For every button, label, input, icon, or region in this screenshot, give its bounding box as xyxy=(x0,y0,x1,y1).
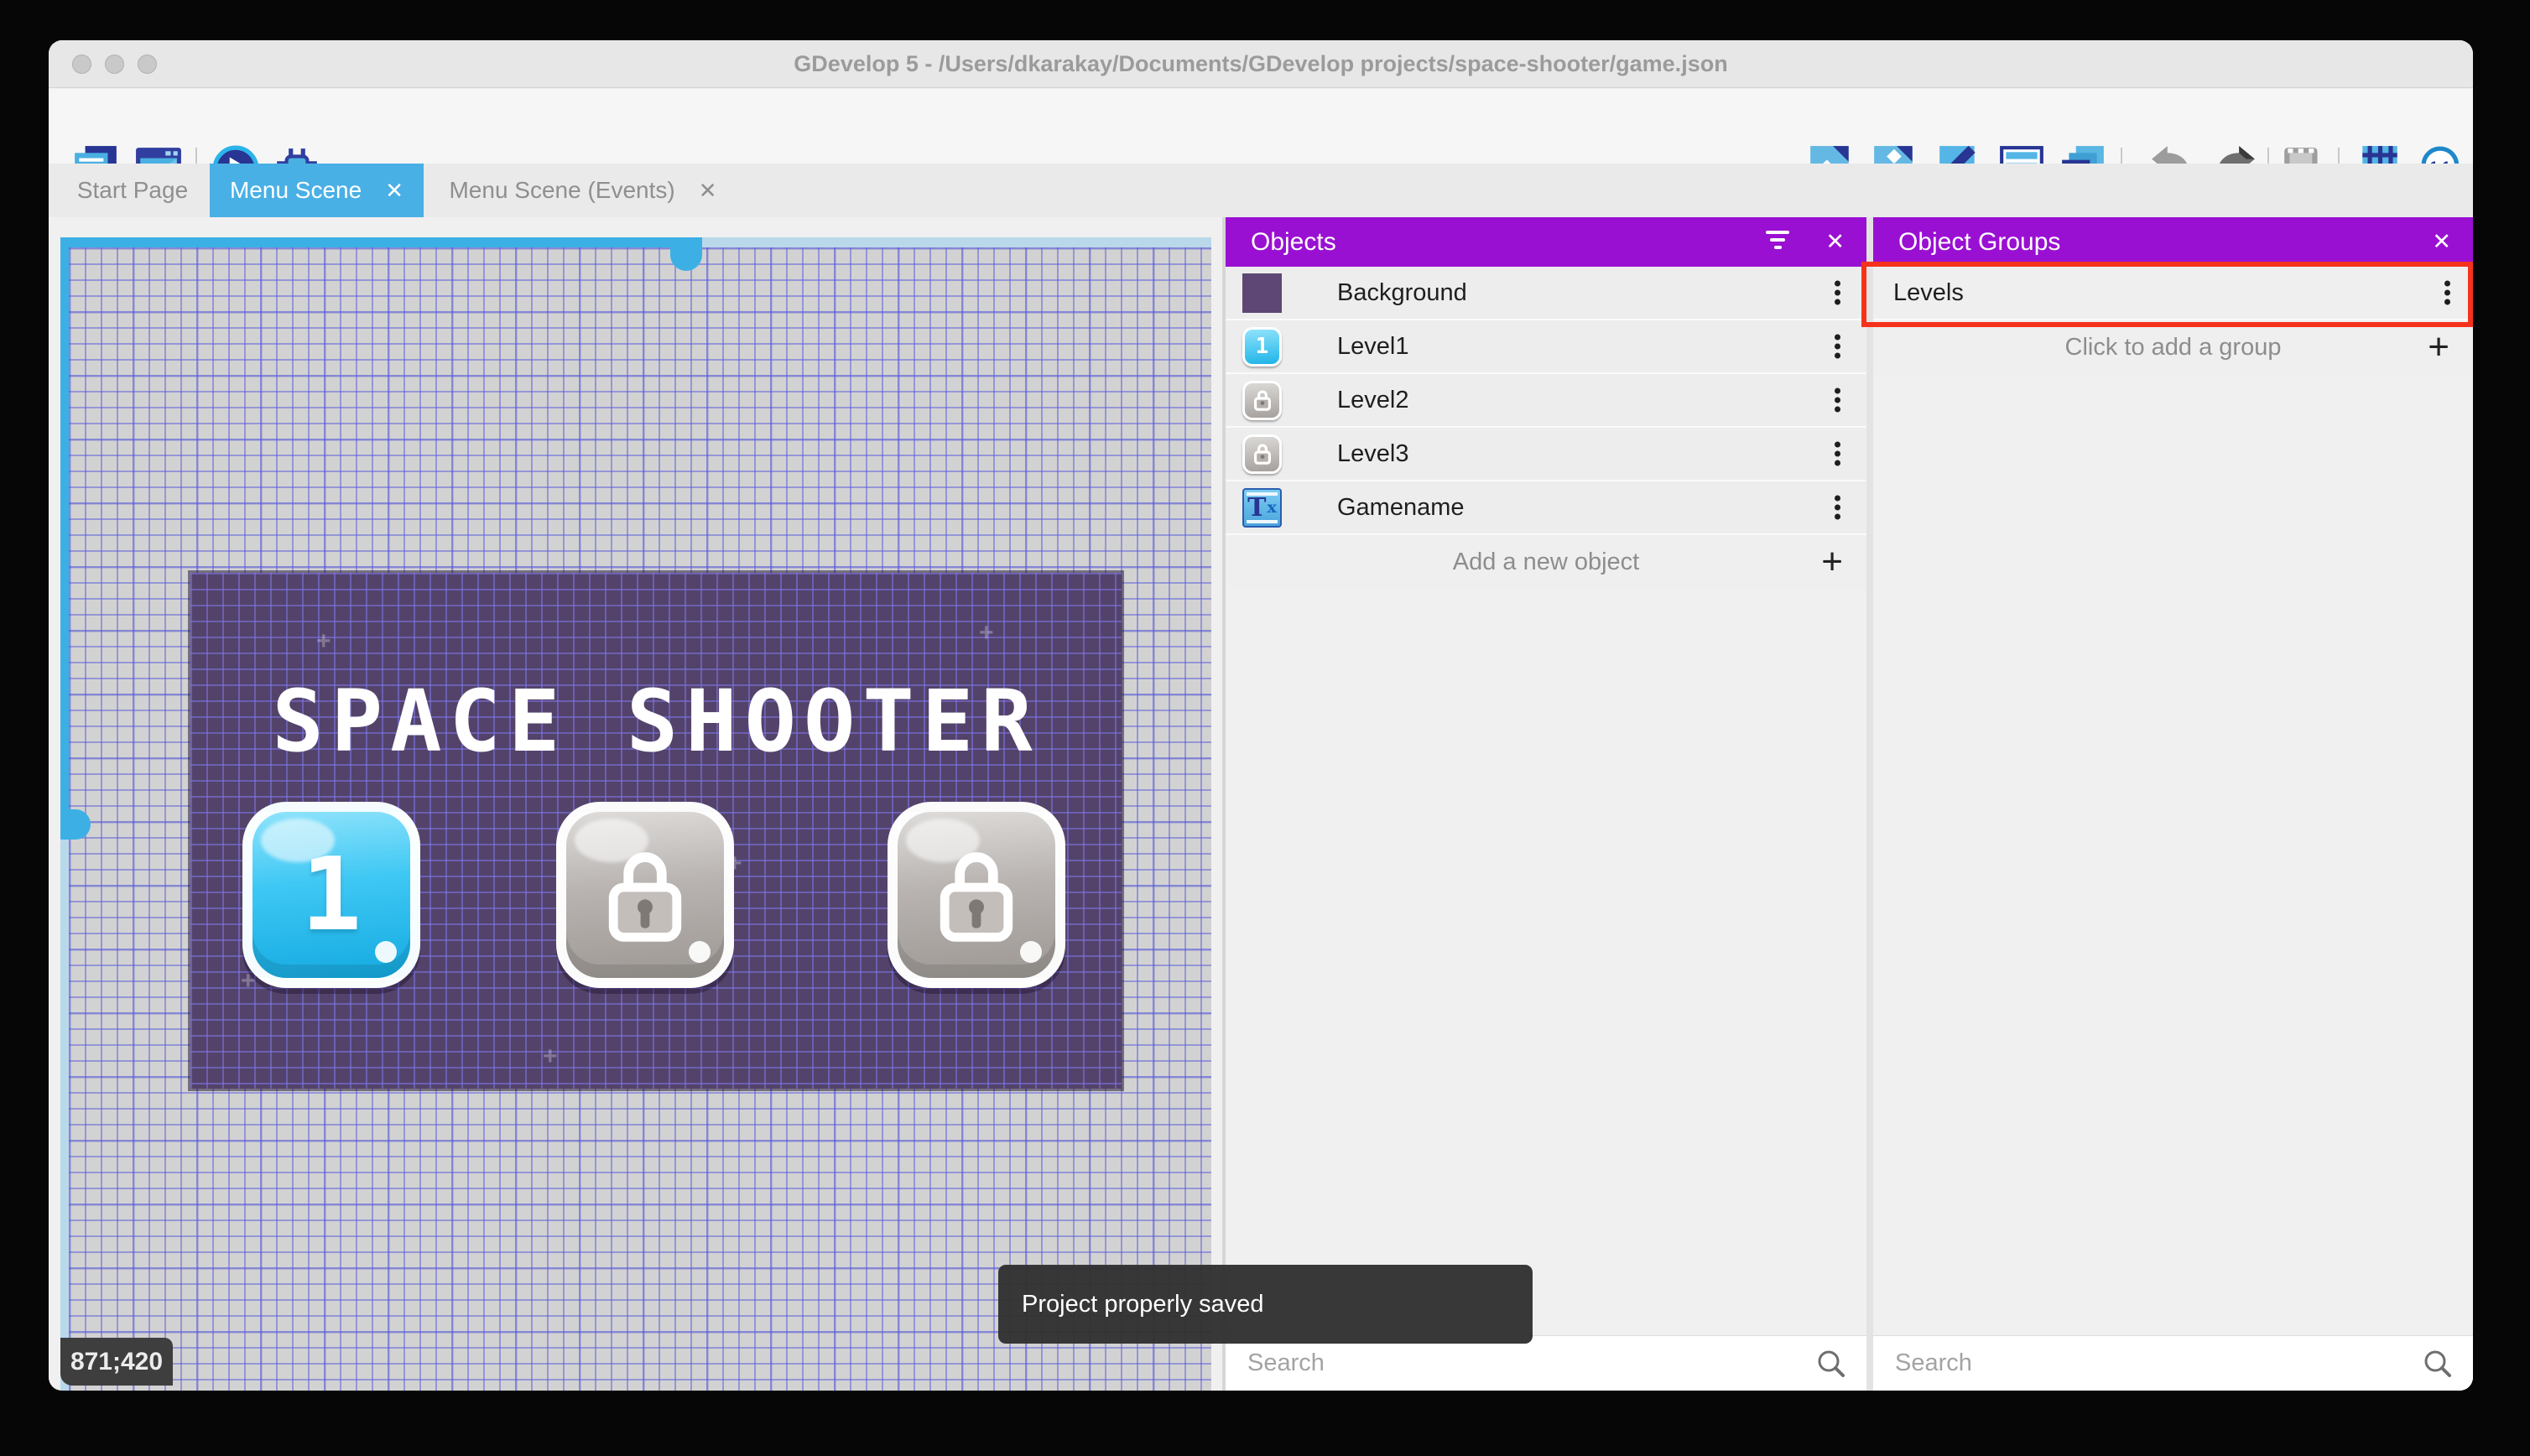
close-tab-icon[interactable]: ✕ xyxy=(699,179,717,201)
object-menu-icon[interactable] xyxy=(1835,439,1841,470)
objects-panel-header: Objects ✕ xyxy=(1226,217,1866,267)
group-menu-icon[interactable] xyxy=(2444,278,2451,309)
scrollbar-fill xyxy=(60,237,69,824)
level-2-button-locked[interactable] xyxy=(556,802,734,988)
gdevelop-window: GDevelop 5 - /Users/dkarakay/Documents/G… xyxy=(49,40,2473,1391)
close-tab-icon[interactable]: ✕ xyxy=(385,179,403,201)
groups-search-input[interactable] xyxy=(1873,1336,2353,1391)
object-groups-panel: Object Groups ✕ Levels Click to add a gr… xyxy=(1873,217,2473,1391)
toast-message: Project properly saved xyxy=(1022,1290,1264,1318)
star-sparkle: + xyxy=(316,627,331,655)
object-label: Level3 xyxy=(1337,439,1409,467)
lock-icon xyxy=(940,852,1013,942)
canvas-grid[interactable]: SPACE SHOOTER + + + + + + 1 xyxy=(69,247,1211,1391)
object-menu-icon[interactable] xyxy=(1835,278,1841,309)
panel-divider xyxy=(1866,217,1873,1391)
scene-canvas[interactable]: SPACE SHOOTER + + + + + + 1 xyxy=(49,217,1226,1391)
level1-thumbnail: 1 xyxy=(1242,326,1282,367)
scrollbar-handle[interactable] xyxy=(670,237,702,271)
object-row-background[interactable]: Background xyxy=(1226,267,1866,320)
object-groups-panel-header: Object Groups ✕ xyxy=(1873,217,2473,267)
game-scene-background[interactable]: SPACE SHOOTER + + + + + + 1 xyxy=(190,573,1122,1089)
object-label: Gamename xyxy=(1337,493,1465,521)
lock-icon xyxy=(608,852,682,942)
object-label: Level2 xyxy=(1337,386,1409,413)
plus-icon[interactable]: + xyxy=(2428,329,2449,366)
add-group-row[interactable]: Click to add a group + xyxy=(1873,320,2473,374)
groups-search-row xyxy=(1873,1335,2473,1391)
object-label: Background xyxy=(1337,278,1467,306)
background-thumbnail xyxy=(1242,273,1282,313)
object-groups-list: Levels Click to add a group + xyxy=(1873,267,2473,374)
level-1-label: 1 xyxy=(300,836,362,954)
scene-title-text: SPACE SHOOTER xyxy=(272,672,1040,772)
scrollbar-fill xyxy=(60,237,686,247)
horizontal-scrollbar[interactable] xyxy=(60,237,1211,271)
object-row-level2[interactable]: Level2 xyxy=(1226,374,1866,428)
tab-label: Start Page xyxy=(76,177,189,203)
vertical-scrollbar[interactable] xyxy=(60,237,91,1391)
object-row-level1[interactable]: 1 Level1 xyxy=(1226,320,1866,374)
tab-label: Menu Scene xyxy=(229,177,362,203)
title-bar: GDevelop 5 - /Users/dkarakay/Documents/G… xyxy=(49,40,2473,88)
text-object-thumbnail: Tx xyxy=(1242,487,1282,528)
scrollbar-handle[interactable] xyxy=(60,809,91,840)
main-content: SPACE SHOOTER + + + + + + 1 xyxy=(49,217,2473,1391)
tab-menu-scene-events[interactable]: Menu Scene (Events) ✕ xyxy=(429,164,737,217)
add-object-row[interactable]: Add a new object + xyxy=(1226,535,1866,589)
cursor-coordinates-badge: 871;420 xyxy=(60,1338,173,1386)
group-label: Levels xyxy=(1893,278,1964,306)
objects-list: Background 1 Level1 Level2 Level3 T x Ga… xyxy=(1226,267,1866,589)
level-1-button[interactable]: 1 xyxy=(242,802,420,988)
save-toast: Project properly saved xyxy=(998,1265,1533,1344)
object-groups-panel-title: Object Groups xyxy=(1898,227,2061,256)
objects-search-input[interactable] xyxy=(1226,1336,1739,1391)
search-icon xyxy=(1816,1349,1846,1383)
search-icon xyxy=(2423,1349,2453,1383)
tab-menu-scene[interactable]: Menu Scene ✕ xyxy=(210,164,424,217)
toolbar: 1:1 xyxy=(49,89,2473,192)
object-menu-icon[interactable] xyxy=(1835,492,1841,523)
object-menu-icon[interactable] xyxy=(1835,331,1841,362)
tab-label: Menu Scene (Events) xyxy=(449,177,675,203)
star-sparkle: + xyxy=(543,1043,558,1070)
window-title: GDevelop 5 - /Users/dkarakay/Documents/G… xyxy=(794,51,1728,76)
close-panel-icon[interactable]: ✕ xyxy=(2432,217,2451,267)
close-panel-icon[interactable]: ✕ xyxy=(1825,217,1845,267)
plus-icon[interactable]: + xyxy=(1821,543,1843,580)
level2-lock-thumbnail xyxy=(1242,380,1282,420)
tab-start-page[interactable]: Start Page xyxy=(64,164,201,217)
level-3-button-locked[interactable] xyxy=(888,802,1065,988)
objects-panel: Objects ✕ Background 1 Level1 Level2 Lev… xyxy=(1226,217,1866,1391)
add-group-label: Click to add a group xyxy=(2064,333,2282,361)
object-row-gamename[interactable]: Tx Gamename xyxy=(1226,481,1866,535)
object-row-level3[interactable]: Level3 xyxy=(1226,428,1866,481)
object-menu-icon[interactable] xyxy=(1835,385,1841,416)
tab-bar: Start Page Menu Scene ✕ Menu Scene (Even… xyxy=(49,164,2473,217)
add-object-label: Add a new object xyxy=(1452,548,1640,575)
star-sparkle: + xyxy=(979,619,994,647)
filter-icon[interactable] xyxy=(1766,231,1789,252)
objects-panel-title: Objects xyxy=(1251,227,1336,256)
group-row-levels[interactable]: Levels xyxy=(1873,267,2473,320)
object-label: Level1 xyxy=(1337,332,1409,360)
level3-lock-thumbnail xyxy=(1242,434,1282,474)
